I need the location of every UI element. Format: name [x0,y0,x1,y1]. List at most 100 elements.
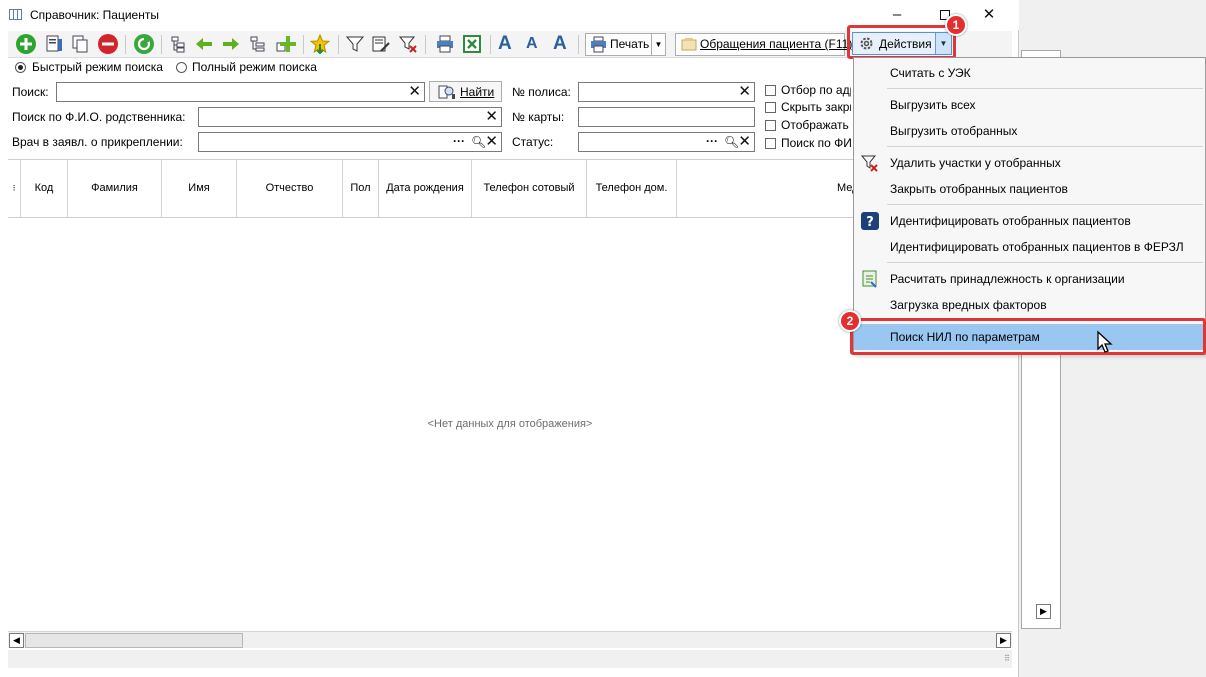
ellipsis-icon[interactable]: ··· [453,133,465,149]
edit-card-icon[interactable] [44,34,64,54]
menu-item-label: Выгрузить всех [890,98,976,112]
column-header[interactable]: Отчество [237,160,343,217]
hide-closed-checkbox[interactable] [765,102,776,113]
print-dropdown-button[interactable]: ▼ [651,33,666,56]
ellipsis-icon[interactable]: ··· [706,133,718,149]
scroll-left-icon[interactable]: ◀ [9,633,24,648]
doctor-input[interactable]: ··· 🔍︎ ✕ [198,132,502,152]
resize-grip-icon[interactable]: ⠿ [1004,655,1012,666]
font-reset-icon[interactable]: A [553,32,567,56]
show-label: Отображать [781,118,849,132]
search-input[interactable]: ✕ [56,82,425,102]
doctor-label: Врач в заявл. о прикреплении: [12,135,183,149]
full-mode-label: Полный режим поиска [192,60,317,74]
filter-edit-icon[interactable] [371,34,391,54]
font-increase-icon[interactable]: A [498,32,512,56]
patient-visits-button[interactable]: Обращения пациента (F11) [675,33,852,56]
card-label: № карты: [512,110,565,124]
delete-icon[interactable] [98,34,118,54]
clear-icon[interactable]: ✕ [408,84,421,100]
quick-mode-label: Быстрый режим поиска [32,60,163,74]
menu-item-label: Закрыть отобранных пациентов [890,182,1068,196]
add-icon[interactable] [16,34,36,54]
table-icon [9,9,22,20]
menu-item-remove-districts[interactable]: Удалить участки у отобранных [854,150,1205,176]
hide-closed-label: Скрыть закрытых [781,100,851,114]
clear-icon[interactable]: ✕ [485,134,498,150]
star-down-icon[interactable] [309,33,331,55]
clear-icon[interactable]: ✕ [738,84,751,100]
find-button-label: Найти [460,85,495,99]
horizontal-scrollbar[interactable]: ◀ ▶ [8,631,1012,648]
address-filter-checkbox[interactable] [765,85,776,96]
column-header[interactable]: Телефон дом. [587,160,677,217]
card-input[interactable] [578,107,755,127]
clear-icon[interactable]: ✕ [485,109,498,125]
scroll-right-icon[interactable]: ▶ [996,633,1011,648]
menu-item-export-selected[interactable]: Выгрузить отобранных [854,118,1205,144]
column-chooser-icon[interactable]: ⁝ [8,160,21,217]
menu-item-label: Считать с УЭК [890,66,971,80]
empty-grid-text: <Нет данных для отображения> [427,418,593,430]
menu-item-label: Расчитать принадлежность к организации [890,272,1125,286]
excel-icon[interactable] [462,34,482,54]
menu-item-load-hazards[interactable]: Загрузка вредных факторов [854,292,1205,318]
find-button[interactable]: Найти [429,81,502,102]
menu-item-label: Идентифицировать отобранных пациентов [890,214,1131,228]
filter-clear-icon[interactable] [398,34,418,54]
policy-label: № полиса: [512,85,571,99]
menu-item-label: Выгрузить отобранных [890,124,1018,138]
column-header[interactable]: Пол [343,160,379,217]
print-icon[interactable] [435,34,455,54]
svg-text:?: ? [866,215,874,230]
filter-icon[interactable] [345,34,365,54]
menu-item-identify[interactable]: ? Идентифицировать отобранных пациентов [854,208,1205,234]
fio-search-checkbox[interactable] [765,138,776,149]
clear-icon[interactable]: ✕ [738,134,751,150]
mouse-cursor-icon [1097,330,1113,353]
policy-input[interactable]: ✕ [578,82,755,102]
arrow-right-icon[interactable] [221,34,241,54]
address-filter-label: Отбор по адресу [781,83,851,97]
close-button[interactable]: ✕ [966,0,1012,30]
menu-item-close-patients[interactable]: Закрыть отобранных пациентов [854,176,1205,202]
menu-item-label: Загрузка вредных факторов [890,298,1047,312]
status-input[interactable]: ··· 🔍︎ ✕ [578,132,755,152]
step-badge-1: 1 [945,14,967,36]
actions-menu: Считать с УЭК Выгрузить всех Выгрузить о… [853,57,1206,355]
menu-item-read-uek[interactable]: Считать с УЭК [854,60,1205,86]
column-header[interactable]: Имя [162,160,237,217]
search-icon[interactable]: 🔍︎ [471,134,486,150]
menu-item-export-all[interactable]: Выгрузить всех [854,92,1205,118]
quick-mode-radio[interactable] [15,62,26,73]
column-header[interactable]: Код [21,160,68,217]
tree-list-icon[interactable] [248,34,268,54]
print-button-label: Печать [610,37,650,51]
status-label: Статус: [512,135,554,149]
menu-item-identify-ferzl[interactable]: Идентифицировать отобранных пациентов в … [854,234,1205,260]
highlight-box-actions [847,25,956,59]
font-decrease-icon[interactable]: A [526,32,538,56]
menu-item-calc-affiliation[interactable]: Расчитать принадлежность к организации [854,266,1205,292]
column-header[interactable]: Дата рождения [379,160,472,217]
window-title: Справочник: Пациенты [30,8,159,22]
relative-search-input[interactable]: ✕ [198,107,502,127]
menu-item-label: Удалить участки у отобранных [890,156,1061,170]
copy-icon[interactable] [70,34,90,54]
refresh-icon[interactable] [134,34,154,54]
arrow-left-icon[interactable] [194,34,214,54]
full-mode-radio[interactable] [176,62,187,73]
tree-icon[interactable] [168,34,188,54]
show-checkbox[interactable] [765,120,776,131]
column-header[interactable]: Фамилия [68,160,162,217]
step-badge-2: 2 [839,310,861,332]
relative-search-label: Поиск по Ф.И.О. родственника: [12,110,186,124]
print-button[interactable]: Печать [585,33,652,56]
column-header[interactable]: Телефон сотовый [472,160,587,217]
scroll-thumb[interactable] [25,633,243,648]
search-icon[interactable]: 🔍︎ [724,134,739,150]
menu-item-label: Идентифицировать отобранных пациентов в … [890,240,1184,254]
add-favorite-icon[interactable] [276,34,296,54]
scroll-right-icon[interactable]: ▶ [1036,604,1051,619]
patient-visits-label: Обращения пациента (F11) [700,37,853,51]
